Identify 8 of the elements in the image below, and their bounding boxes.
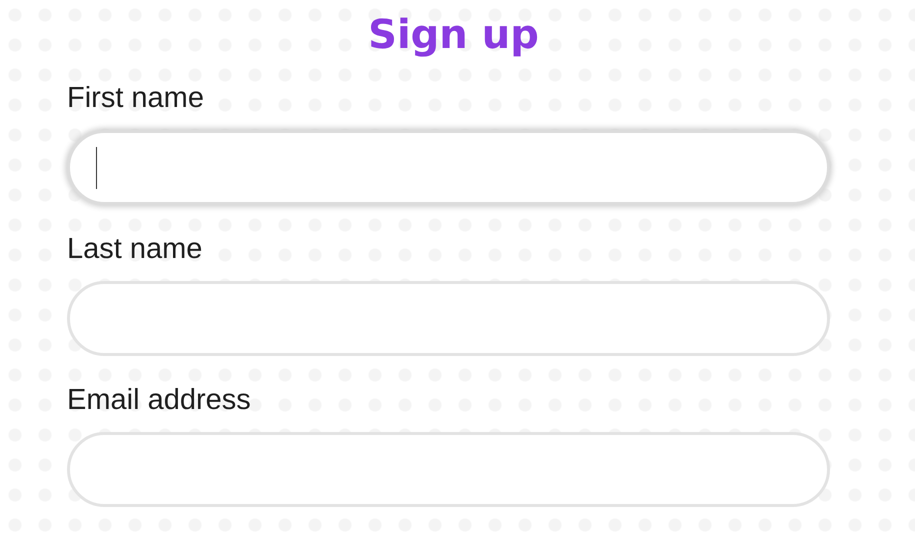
text-cursor: [96, 147, 97, 189]
input-field[interactable]: [67, 432, 830, 507]
field-label: Last name: [67, 232, 204, 267]
field-label: First name: [67, 81, 205, 116]
input-field[interactable]: [67, 130, 830, 205]
input-field[interactable]: [67, 281, 830, 356]
page-title: Sign up: [367, 11, 540, 60]
field-label: Email address: [67, 383, 252, 418]
